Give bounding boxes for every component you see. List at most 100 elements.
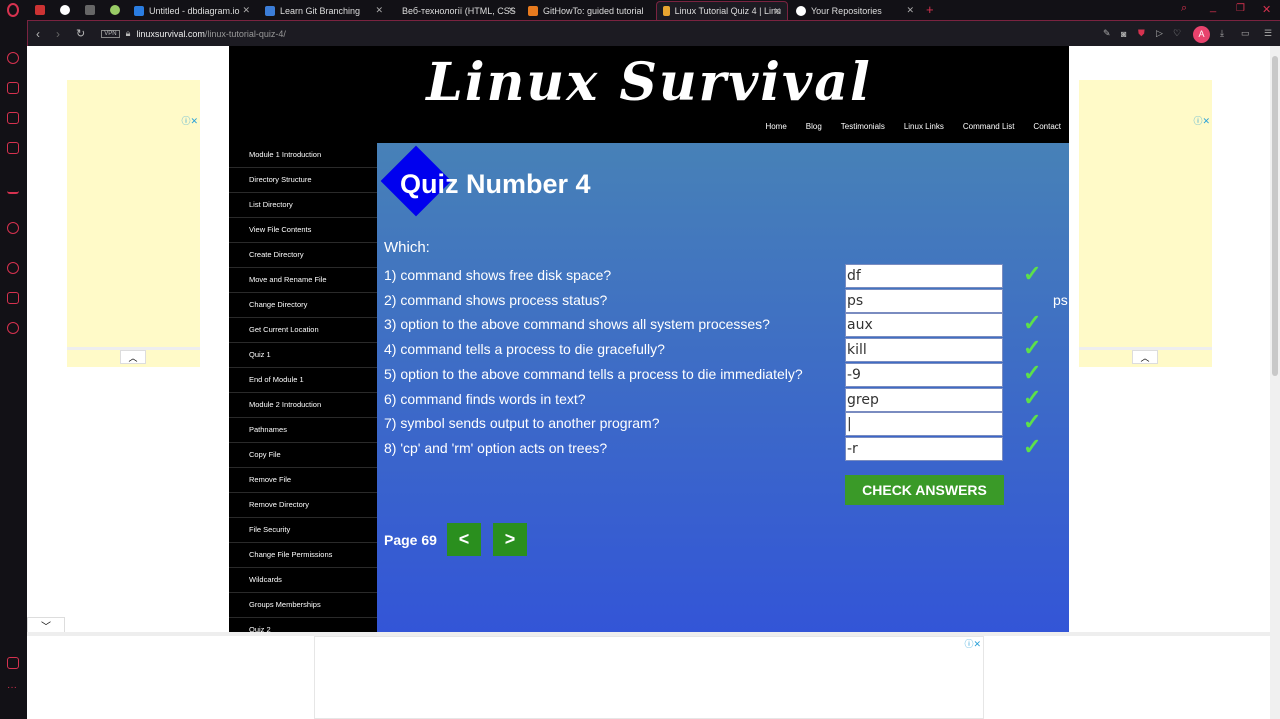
sidebar-item[interactable]: Change Directory	[229, 293, 377, 318]
sidebar-item[interactable]: Quiz 2	[229, 618, 377, 632]
linux-survival-icon	[663, 6, 670, 16]
pinned-tab-icon[interactable]	[110, 5, 120, 15]
close-icon[interactable]: ✕	[906, 5, 914, 16]
sidebar-item[interactable]: Groups Memberships	[229, 593, 377, 618]
sidebar-item[interactable]: Remove Directory	[229, 493, 377, 518]
aria-icon[interactable]	[7, 182, 19, 194]
twitch-icon[interactable]	[7, 112, 19, 124]
nav-command-list[interactable]: Command List	[963, 122, 1015, 131]
nav-contact[interactable]: Contact	[1033, 122, 1061, 131]
sidebar-item[interactable]: File Security	[229, 518, 377, 543]
site-logo[interactable]: Linux Survival	[229, 52, 1069, 113]
more-icon[interactable]: ···	[7, 682, 17, 693]
question-text: 2) command shows process status?	[384, 291, 608, 308]
vpn-badge[interactable]: VPN	[101, 29, 120, 38]
answer-input[interactable]: -9	[845, 362, 1003, 387]
check-answers-button[interactable]: CHECK ANSWERS	[845, 475, 1004, 505]
pinned-tab-icon[interactable]	[85, 5, 95, 15]
tab-githowto[interactable]: GitHowTo: guided tutorial	[522, 1, 654, 20]
nav-testimonials[interactable]: Testimonials	[841, 122, 885, 131]
battery-icon[interactable]: ▭	[1241, 28, 1250, 39]
sidebar-item[interactable]: Create Directory	[229, 243, 377, 268]
maximize-button[interactable]: ❐	[1236, 3, 1245, 14]
ad-left[interactable]: ⓘ✕ ︿	[67, 80, 200, 367]
extensions-icon[interactable]	[7, 292, 19, 304]
answer-input[interactable]: -r	[845, 436, 1003, 461]
ad-choices-icon[interactable]: ⓘ✕	[181, 114, 198, 127]
lock-icon: 🔒︎	[125, 28, 131, 38]
reload-icon[interactable]: ↻	[76, 27, 85, 40]
menu-icon[interactable]: ☰	[1264, 28, 1272, 39]
avatar[interactable]: A	[1193, 26, 1210, 43]
sidebar-item[interactable]: Remove File	[229, 468, 377, 493]
tab-repositories[interactable]: Your Repositories ✕	[790, 1, 920, 20]
next-page-button[interactable]: >	[493, 523, 527, 556]
answer-input[interactable]: kill	[845, 338, 1003, 363]
sidebar-item[interactable]: Module 2 Introduction	[229, 393, 377, 418]
easy-setup-icon[interactable]: ✎	[1103, 28, 1111, 39]
speed-dial-icon[interactable]	[7, 52, 19, 64]
sidebar-item[interactable]: Get Current Location	[229, 318, 377, 343]
sidebar-item[interactable]: Module 1 Introduction	[229, 143, 377, 168]
chevron-up-icon[interactable]: ︿	[1132, 350, 1158, 364]
player-icon[interactable]	[7, 222, 19, 234]
prev-page-button[interactable]: <	[447, 523, 481, 556]
pinned-tab-icon[interactable]	[35, 5, 45, 15]
heart-icon[interactable]: ♡	[1173, 28, 1181, 39]
ad-right[interactable]: ⓘ✕ ︿	[1079, 80, 1212, 367]
sidebar-item[interactable]: Move and Rename File	[229, 268, 377, 293]
answer-input[interactable]: grep	[845, 387, 1003, 412]
tab-dbdiagram[interactable]: Untitled - dbdiagram.io ✕	[128, 1, 256, 20]
new-tab-button[interactable]: +	[926, 2, 934, 17]
chevron-down-icon[interactable]: ﹀	[27, 617, 65, 633]
sidebar-item[interactable]: End of Module 1	[229, 368, 377, 393]
url-path[interactable]: /linux-tutorial-quiz-4/	[205, 29, 286, 39]
site-header: Linux Survival Home Blog Testimonials Li…	[229, 46, 1069, 143]
close-icon[interactable]: ✕	[375, 5, 383, 16]
sidebar-item[interactable]: View File Contents	[229, 218, 377, 243]
nav-blog[interactable]: Blog	[806, 122, 822, 131]
close-window-button[interactable]: ✕	[1262, 3, 1271, 16]
tab-linux-quiz[interactable]: Linux Tutorial Quiz 4 | Linu ✕	[656, 1, 788, 20]
ad-bottom[interactable]: ⓘ✕	[314, 636, 984, 719]
snapshot-icon[interactable]: ◙	[1121, 29, 1126, 39]
sidebar-item[interactable]: List Directory	[229, 193, 377, 218]
answer-input[interactable]: |	[845, 412, 1003, 437]
send-icon[interactable]: ▷	[1156, 28, 1163, 39]
search-tabs-icon[interactable]: ⌕	[1181, 2, 1187, 15]
ad-choices-icon[interactable]: ⓘ✕	[964, 637, 981, 650]
close-icon[interactable]: ✕	[773, 6, 781, 17]
briefcase-icon[interactable]	[7, 82, 19, 94]
close-icon[interactable]: ✕	[242, 5, 250, 16]
sidebar-item[interactable]: Quiz 1	[229, 343, 377, 368]
sidebar-item[interactable]: Pathnames	[229, 418, 377, 443]
tab-web-tech[interactable]: Веб-технології (HTML, CSS ✕	[391, 1, 521, 20]
github-icon[interactable]	[60, 5, 70, 15]
nav-home[interactable]: Home	[765, 122, 786, 131]
sidebar-item[interactable]: Wildcards	[229, 568, 377, 593]
sidebar-item[interactable]: Change File Permissions	[229, 543, 377, 568]
scrollbar[interactable]	[1270, 46, 1280, 719]
messenger-icon[interactable]	[7, 142, 19, 154]
close-icon[interactable]: ✕	[507, 5, 515, 16]
answer-input[interactable]: ps	[845, 288, 1003, 313]
wallet-icon[interactable]	[7, 657, 19, 669]
chevron-up-icon[interactable]: ︿	[120, 350, 146, 364]
settings-icon[interactable]	[7, 322, 19, 334]
answer-input[interactable]: df	[845, 264, 1003, 288]
download-icon[interactable]: ⤓	[1220, 28, 1224, 39]
forward-icon[interactable]: ›	[56, 27, 60, 41]
tab-git-branching[interactable]: Learn Git Branching ✕	[259, 1, 389, 20]
ad-choices-icon[interactable]: ⓘ✕	[1193, 114, 1210, 127]
url-domain[interactable]: linuxsurvival.com	[136, 29, 205, 39]
minimize-button[interactable]: _	[1210, 1, 1216, 13]
sidebar-item[interactable]: Directory Structure	[229, 168, 377, 193]
answer-input[interactable]: aux	[845, 313, 1003, 338]
back-icon[interactable]: ‹	[36, 27, 40, 41]
address-bar: ‹ › ↻ VPN 🔒︎ linuxsurvival.com/linux-tut…	[27, 20, 1280, 46]
history-icon[interactable]	[7, 262, 19, 274]
adblock-icon[interactable]: ⛊	[1138, 28, 1145, 39]
opera-logo-icon[interactable]	[7, 3, 19, 17]
sidebar-item[interactable]: Copy File	[229, 443, 377, 468]
nav-linux-links[interactable]: Linux Links	[904, 122, 944, 131]
